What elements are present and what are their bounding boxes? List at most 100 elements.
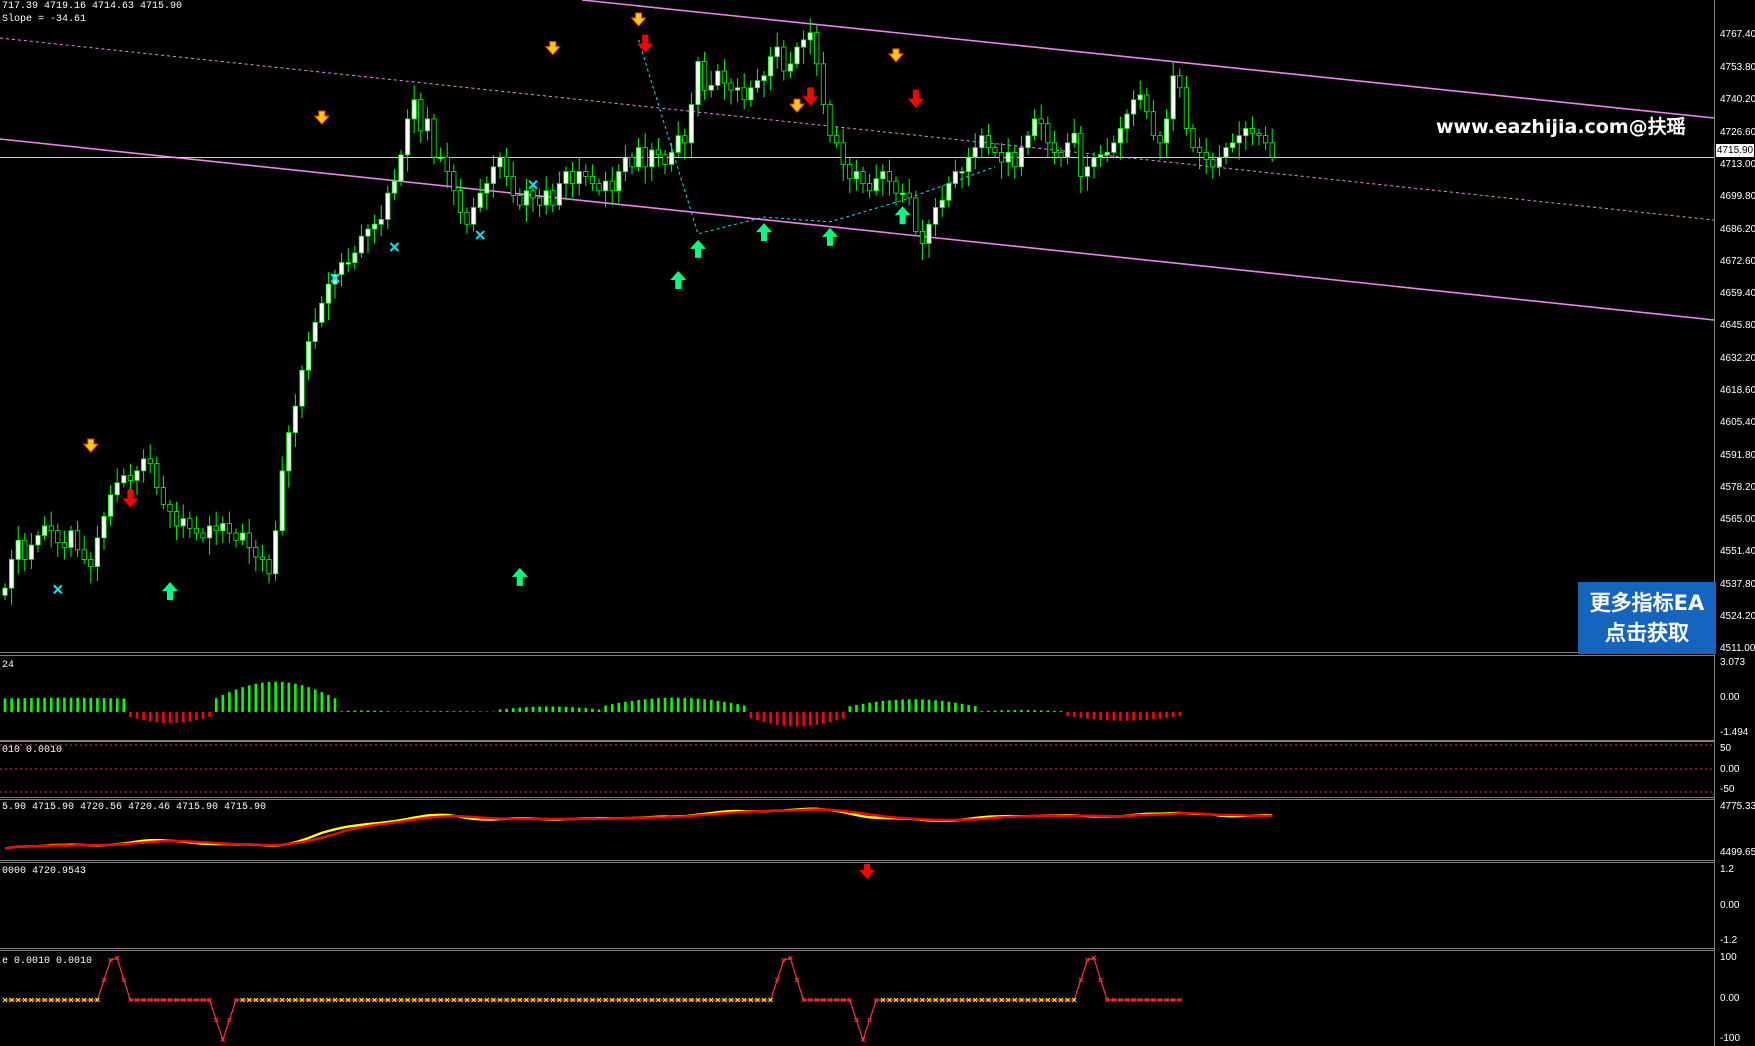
candle-body xyxy=(913,197,919,232)
candle-body xyxy=(675,135,681,153)
candle-body xyxy=(523,190,530,206)
candle-body xyxy=(451,171,457,192)
candle-body xyxy=(1170,75,1176,120)
axis-tick-label: 4740.20 xyxy=(1720,94,1755,106)
panel5-header: 0000 4720.9543 xyxy=(2,866,87,877)
candle-body xyxy=(108,494,114,517)
candle-body xyxy=(781,46,787,72)
candle-body xyxy=(1249,128,1255,134)
axis-tick-label: 4713.00 xyxy=(1720,159,1755,171)
candle-body xyxy=(81,549,87,560)
candle-body xyxy=(15,539,21,560)
candle-body xyxy=(1164,118,1170,144)
candle-body xyxy=(239,532,246,541)
candle-body xyxy=(1124,113,1130,129)
top-signal-marker xyxy=(82,438,99,453)
top-signal-marker xyxy=(887,48,905,63)
panel2-header: 24 xyxy=(2,660,15,671)
candle-body xyxy=(669,152,675,165)
candle-body xyxy=(589,175,596,184)
candle-body xyxy=(1150,111,1156,137)
cross-marker xyxy=(389,242,400,252)
axis-tick-label: 0.00 xyxy=(1720,992,1740,1004)
candle-body xyxy=(556,183,563,206)
up-arrow-marker xyxy=(894,206,911,225)
candle-body xyxy=(338,262,345,275)
signal-markers xyxy=(53,12,924,601)
candle-body xyxy=(682,135,688,144)
promo-button[interactable]: 更多指标EA 点击获取 xyxy=(1578,582,1716,654)
candle-body xyxy=(886,171,893,182)
candle-body xyxy=(814,32,820,65)
candle-body xyxy=(8,559,15,589)
candle-body xyxy=(563,171,569,184)
candle-body xyxy=(570,171,576,184)
up-arrow-marker xyxy=(511,567,528,586)
candle-body xyxy=(187,518,193,529)
candle-body xyxy=(1045,123,1051,144)
candle-body xyxy=(1084,166,1090,177)
axis-tick-label: 4605.40 xyxy=(1720,417,1755,428)
candle-body xyxy=(787,63,794,72)
candle-body xyxy=(424,118,431,132)
candle-body xyxy=(292,405,299,433)
candle-body xyxy=(1230,142,1236,149)
candle-body xyxy=(919,231,926,244)
axis-tick-label: 4591.80 xyxy=(1720,449,1755,461)
panel-borders xyxy=(0,0,1715,1046)
top-signal-marker xyxy=(313,110,330,125)
down-arrow-marker xyxy=(907,89,924,108)
candle-body xyxy=(1104,152,1110,156)
candle-body xyxy=(1210,159,1216,168)
candle-body xyxy=(147,458,153,465)
candle-body xyxy=(404,118,411,156)
candle-body xyxy=(952,171,959,184)
candle-body xyxy=(365,228,371,237)
candle-body xyxy=(1005,152,1011,163)
candle-body xyxy=(946,183,952,201)
moving-average-series xyxy=(4,807,1273,850)
down-arrow-marker xyxy=(802,87,819,106)
candle-body xyxy=(503,156,510,177)
candle-body xyxy=(391,180,398,194)
axis-tick-label: 4726.60 xyxy=(1720,126,1755,138)
candle-body xyxy=(807,32,813,41)
candle-body xyxy=(22,539,28,560)
candle-body xyxy=(1144,94,1150,113)
axis-tick-label: 0.00 xyxy=(1720,692,1740,703)
axis-tick-label: -50 xyxy=(1720,784,1735,795)
candle-body xyxy=(840,142,846,165)
axis-tick-label: 4672.60 xyxy=(1720,256,1755,268)
candle-body xyxy=(418,99,424,132)
axis-tick-label: 4699.80 xyxy=(1720,191,1755,202)
candle-body xyxy=(583,171,589,177)
axis-tick-label: 4499.65 xyxy=(1720,847,1755,858)
candle-body xyxy=(312,322,318,342)
candle-body xyxy=(728,82,734,91)
candle-body xyxy=(642,147,648,168)
candle-body xyxy=(1269,142,1275,158)
candle-body xyxy=(926,223,932,244)
candle-body xyxy=(979,135,985,149)
axis-tick-label: 0.00 xyxy=(1720,763,1740,775)
panel6-header: e 0.0010 0.0010 xyxy=(2,956,93,967)
candle-body xyxy=(649,149,655,168)
down-arrow-marker xyxy=(122,489,139,508)
trading-chart[interactable] xyxy=(0,0,1755,1046)
down-arrow-marker xyxy=(637,34,654,53)
candle-body xyxy=(286,432,292,472)
candle-body xyxy=(61,542,68,548)
candle-body xyxy=(42,525,48,536)
candle-body xyxy=(550,190,556,206)
axis-tick-label: -100 xyxy=(1720,1033,1741,1044)
candle-body xyxy=(484,183,490,194)
axis-tick-label: 4618.60 xyxy=(1720,385,1755,397)
candle-body xyxy=(801,39,807,48)
candle-body xyxy=(497,156,503,168)
candle-body xyxy=(662,154,668,165)
panel4-header: 5.90 4715.90 4720.56 4720.46 4715.90 471… xyxy=(2,802,267,813)
candle-body xyxy=(180,518,186,527)
candle-body xyxy=(1012,152,1018,168)
candle-body xyxy=(537,197,543,206)
candle-body xyxy=(167,503,173,512)
